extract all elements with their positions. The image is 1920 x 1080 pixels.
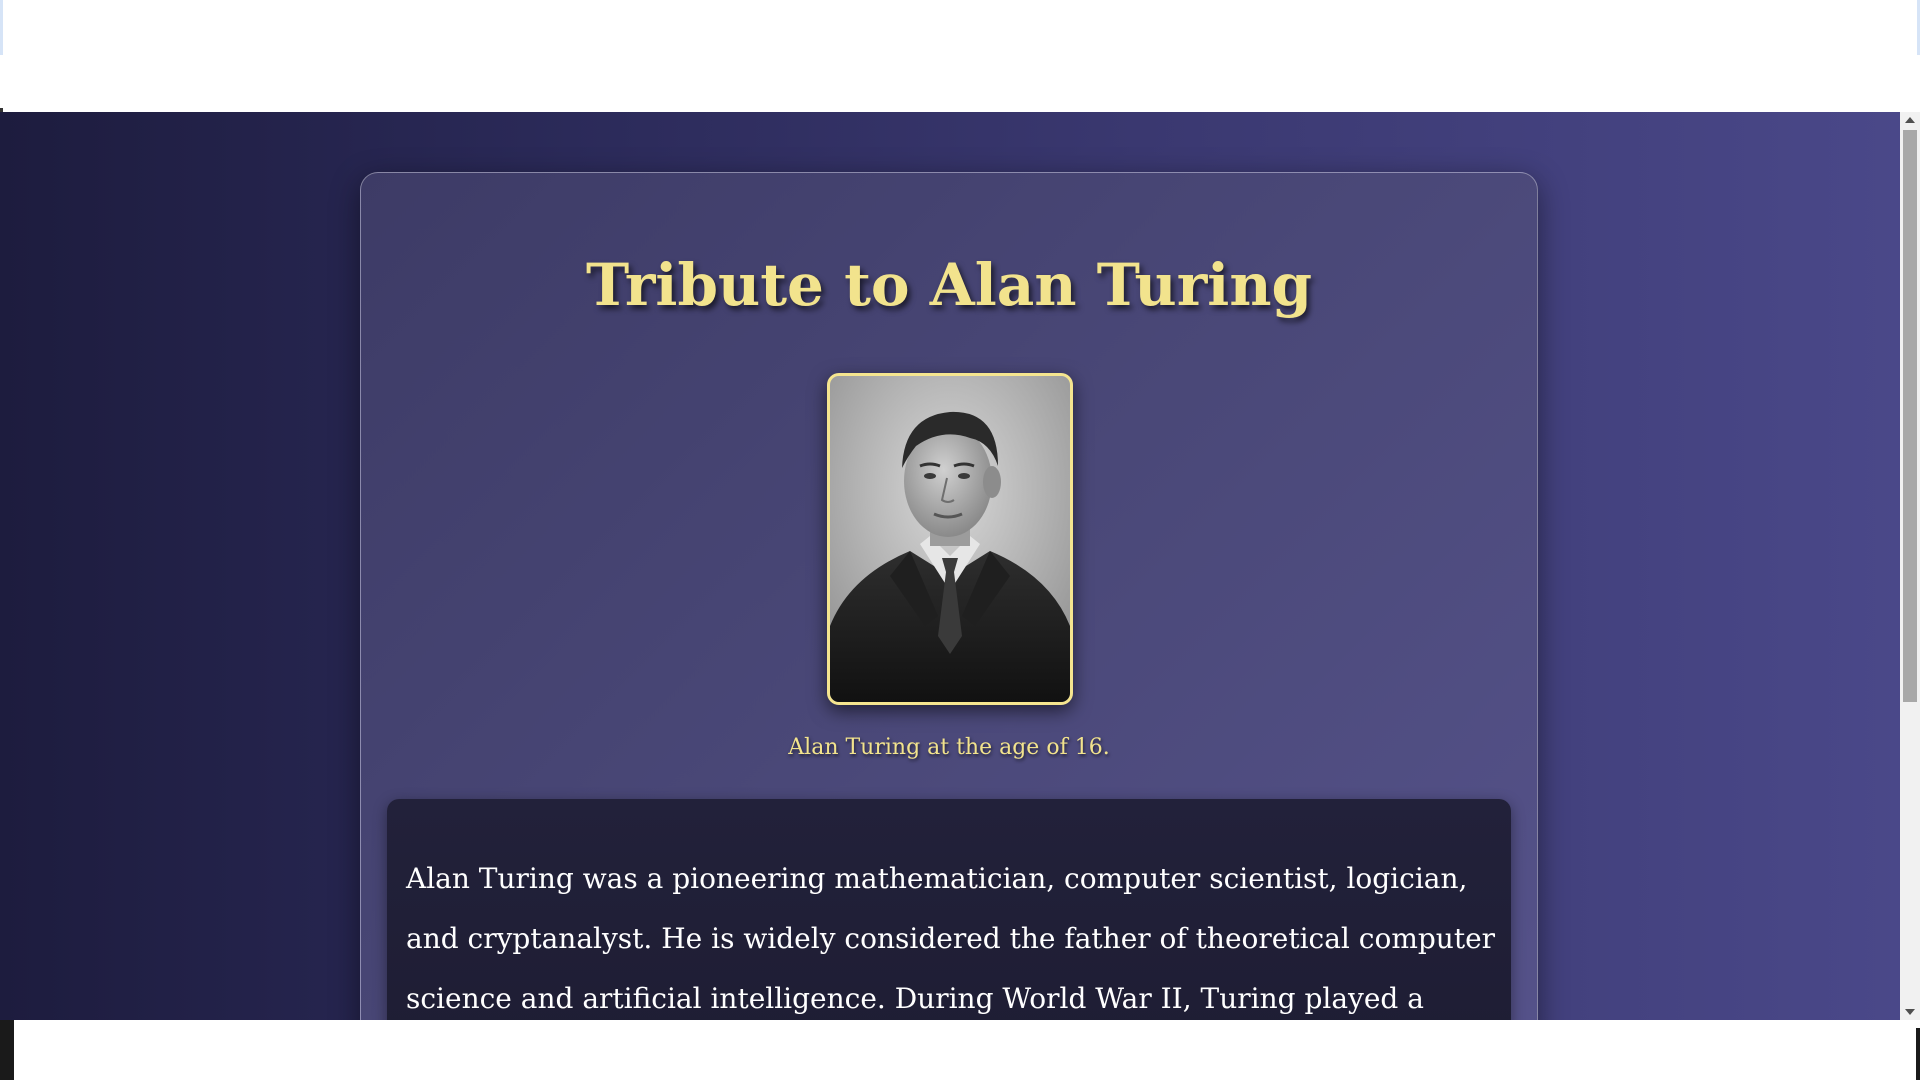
arrow-down-icon[interactable]: [1905, 1009, 1915, 1015]
tribute-card: Tribute to Alan Turing Alan Turing at th…: [360, 172, 1538, 1020]
bottom-right-edge: [1916, 1028, 1920, 1080]
page-title: Tribute to Alan Turing: [585, 251, 1313, 319]
portrait-image: [827, 373, 1073, 705]
browser-top-area: [0, 0, 1920, 112]
scrollbar-thumb[interactable]: [1903, 130, 1917, 702]
bottom-left-edge: [0, 1020, 14, 1080]
browser-bottom-area: [0, 1020, 1920, 1080]
page-viewport: Tribute to Alan Turing Alan Turing at th…: [0, 112, 1900, 1020]
arrow-up-icon[interactable]: [1905, 117, 1915, 123]
portrait-caption: Alan Turing at the age of 16.: [788, 735, 1110, 760]
top-left-accent: [0, 0, 3, 55]
biography-panel: Alan Turing was a pioneering mathematici…: [387, 799, 1511, 1020]
vertical-scrollbar[interactable]: [1900, 112, 1920, 1020]
biography-text: Alan Turing was a pioneering mathematici…: [406, 862, 1496, 1015]
